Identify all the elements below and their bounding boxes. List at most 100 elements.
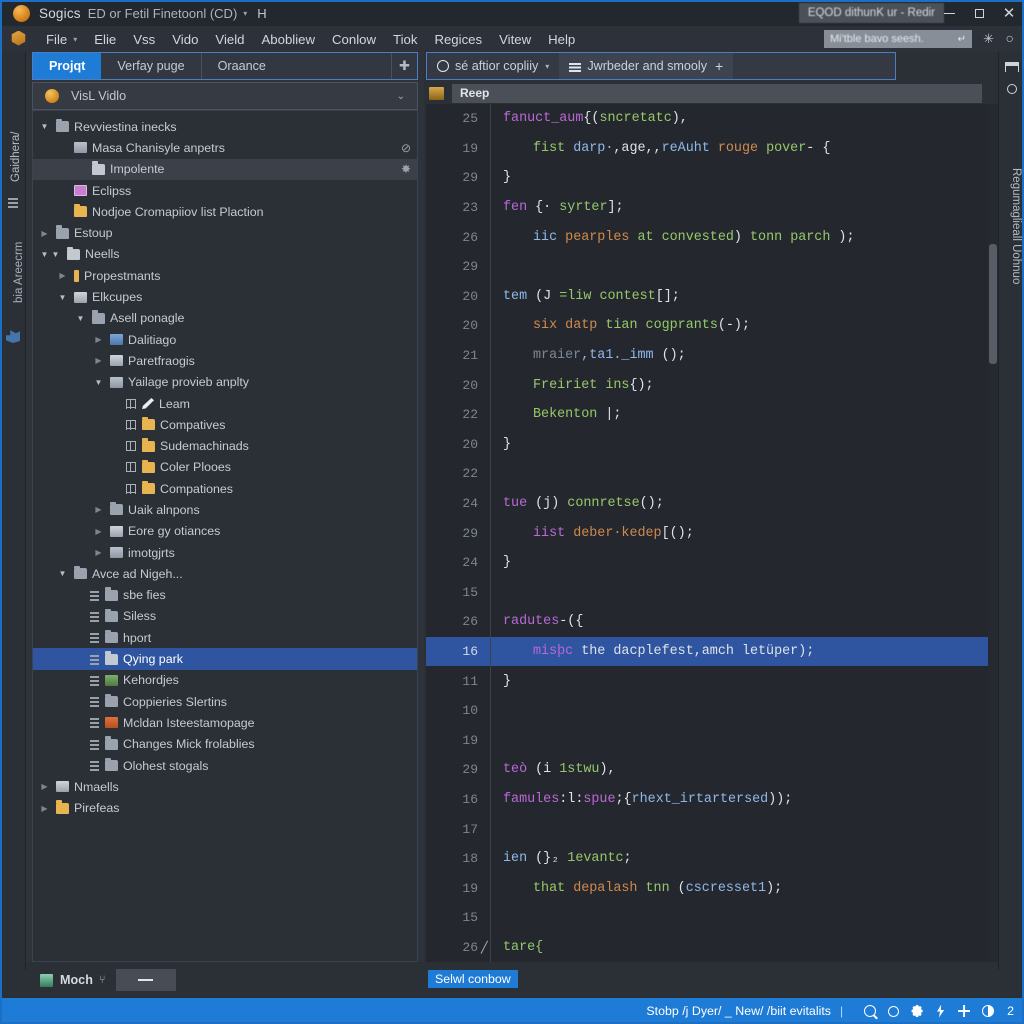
- left-strip-label-top[interactable]: Gaidhera/: [10, 62, 22, 182]
- menu-item-file[interactable]: File: [46, 32, 67, 47]
- collapse-button[interactable]: [115, 969, 176, 991]
- menu-item-help[interactable]: Help: [548, 32, 575, 47]
- chevron-right-icon[interactable]: ▶: [39, 229, 50, 238]
- menu-item-6[interactable]: Conlow: [332, 32, 376, 47]
- tree-item[interactable]: ▶ Pirefeas: [33, 798, 417, 819]
- tree-item[interactable]: Changes Mick frolablies: [33, 734, 417, 755]
- tree-item[interactable]: ▼ Yailage provieb anplty: [33, 372, 417, 393]
- code-scrollbar[interactable]: [988, 104, 998, 962]
- menu-item-3[interactable]: Vido: [172, 32, 198, 47]
- theme-icon[interactable]: [982, 1005, 995, 1017]
- chevron-down-icon[interactable]: ▾: [545, 62, 549, 71]
- editor-tab-run-config[interactable]: sé aftior copliiy ▾: [427, 53, 559, 79]
- code-line[interactable]: 29 iist deber·kedep[();: [426, 518, 996, 548]
- tree-item[interactable]: ▶ Propestmants: [33, 265, 417, 286]
- tree-item[interactable]: Coppieries Slertins: [33, 691, 417, 712]
- tree-item[interactable]: ▶ Nmaells: [33, 776, 417, 797]
- breadcrumb-box[interactable]: Reep: [452, 83, 982, 103]
- git-branch-icon[interactable]: [6, 330, 20, 343]
- tree-item[interactable]: ▶ Uaik alnpons: [33, 499, 417, 520]
- chevron-down-icon[interactable]: ▾: [243, 9, 247, 18]
- chevron-down-icon[interactable]: ▼: [57, 569, 68, 578]
- code-line[interactable]: 11}: [426, 666, 996, 696]
- menu-item-7[interactable]: Tiok: [393, 32, 417, 47]
- code-line[interactable]: 17: [426, 814, 996, 844]
- pin-icon[interactable]: ✚: [391, 53, 417, 79]
- tree-item[interactable]: Impolente ✸: [33, 158, 417, 180]
- chevron-right-icon[interactable]: ▶: [93, 527, 104, 536]
- tree-item[interactable]: Masa Chanisyle anpetrs ⊘: [33, 137, 417, 158]
- left-strip-label-mid[interactable]: bia Areecrm: [13, 193, 25, 303]
- tree-item[interactable]: Sudemachinads: [33, 435, 417, 456]
- menu-item-1[interactable]: Elie: [94, 32, 116, 47]
- tree-item[interactable]: Compationes: [33, 478, 417, 499]
- menu-item-5[interactable]: Abobliew: [262, 32, 316, 47]
- close-button[interactable]: ✕: [994, 0, 1024, 26]
- code-line[interactable]: 22: [426, 459, 996, 489]
- chevron-right-icon[interactable]: ▶: [39, 782, 50, 791]
- tree-item[interactable]: Mcldan Isteestamopage: [33, 712, 417, 733]
- fold-marker-icon[interactable]: ╱: [481, 941, 488, 954]
- menu-item-2[interactable]: Vss: [133, 32, 155, 47]
- chevron-down-icon[interactable]: ▼: [50, 250, 61, 259]
- tree-item[interactable]: ▶ Eore gy otiances: [33, 521, 417, 542]
- right-strip-label[interactable]: Regumaglieall Uohnuo: [1010, 168, 1022, 298]
- tree-item[interactable]: ▶ imotgjrts: [33, 542, 417, 563]
- tree-item[interactable]: ▼ Revviestina inecks: [33, 116, 417, 137]
- tree-item[interactable]: ▼ Elkcupes: [33, 286, 417, 307]
- tree-item[interactable]: sbe fies: [33, 585, 417, 606]
- tree-item-badge-icon[interactable]: ✸: [401, 162, 411, 176]
- chevron-down-icon[interactable]: ▼: [75, 314, 86, 323]
- chevron-down-icon[interactable]: ▼: [57, 293, 68, 302]
- tree-item[interactable]: Nodjoe Cromapiiov list Plaction: [33, 201, 417, 222]
- maximize-button[interactable]: [964, 0, 994, 26]
- code-line[interactable]: 19 that depalash tnn (cscresset1);: [426, 873, 996, 904]
- chevron-right-icon[interactable]: ▶: [93, 356, 104, 365]
- add-tab-icon[interactable]: +: [715, 58, 723, 74]
- tree-item[interactable]: Qying park: [33, 648, 417, 670]
- panel-layout-icon[interactable]: [1005, 62, 1019, 72]
- search-input[interactable]: Mi'tble bavo seesh. ↵: [824, 30, 972, 48]
- project-tree[interactable]: ▼ Revviestina inecks Masa Chanisyle anpetr…: [32, 110, 418, 962]
- circle-icon[interactable]: [1007, 84, 1017, 94]
- chevron-right-icon[interactable]: ▶: [93, 548, 104, 557]
- code-line[interactable]: 26 radutes-({: [426, 607, 996, 637]
- tree-item[interactable]: Eclipss: [33, 180, 417, 201]
- tree-item[interactable]: ▼ ▼ Neells: [33, 244, 417, 265]
- chevron-down-icon[interactable]: ▼: [39, 122, 50, 131]
- minimize-button[interactable]: [934, 0, 964, 26]
- chevron-down-icon[interactable]: ⌄: [397, 91, 405, 102]
- tree-item[interactable]: ▶ Paretfraogis: [33, 350, 417, 371]
- chevron-right-icon[interactable]: ▶: [93, 335, 104, 344]
- code-line[interactable]: 21 mraier,ta1._imm ();: [426, 340, 996, 371]
- code-line[interactable]: 29 teò (i 1stwu),: [426, 755, 996, 785]
- tree-item-badge-icon[interactable]: ⊘: [401, 141, 411, 155]
- code-editor[interactable]: 25 fanuct_aum{(sncretatc), 19 fist darp·,ag…: [426, 104, 996, 962]
- tree-item[interactable]: hport: [33, 627, 417, 648]
- code-line[interactable]: 16 misþc the dacplefest,amch letüper);: [426, 636, 996, 667]
- menu-item-9[interactable]: Vitew: [499, 32, 531, 47]
- code-line[interactable]: 23 fen {· syrter];: [426, 192, 996, 223]
- tree-item[interactable]: ▼ Asell ponagle: [33, 308, 417, 329]
- code-line[interactable]: 19 fist darp·,age,,reÄuht rouge pover- {: [426, 133, 996, 164]
- code-line[interactable]: 16 famules:l:spue;{rhext_irtartersed));: [426, 784, 996, 815]
- tree-item[interactable]: Compatives: [33, 414, 417, 435]
- code-line[interactable]: 26 iic pearples at convested) tonn parch …: [426, 222, 996, 252]
- account-circle-icon[interactable]: ○: [1006, 30, 1014, 46]
- code-line[interactable]: 29: [426, 251, 996, 282]
- code-line[interactable]: 24 tue (j) connretse();: [426, 488, 996, 519]
- tree-item[interactable]: ▶ Dalitiago: [33, 329, 417, 350]
- menu-item-4[interactable]: Vield: [215, 32, 244, 47]
- plus-icon[interactable]: [958, 1005, 971, 1017]
- code-line[interactable]: 10: [426, 695, 996, 726]
- tree-item[interactable]: Siless: [33, 606, 417, 627]
- tree-item[interactable]: Olohest stogals: [33, 755, 417, 776]
- chevron-down-icon[interactable]: ▼: [93, 378, 104, 387]
- scrollbar-thumb[interactable]: [989, 244, 997, 364]
- chevron-down-icon[interactable]: ▼: [39, 250, 50, 259]
- code-line[interactable]: 15: [426, 903, 996, 933]
- editor-tab-active[interactable]: Jwrbeder and smooly +: [559, 53, 734, 79]
- circle-icon[interactable]: [888, 1005, 900, 1017]
- code-line[interactable]: 25 fanuct_aum{(sncretatc),: [426, 104, 996, 134]
- project-badge[interactable]: EQOD dithunK ur - Redir: [798, 3, 944, 23]
